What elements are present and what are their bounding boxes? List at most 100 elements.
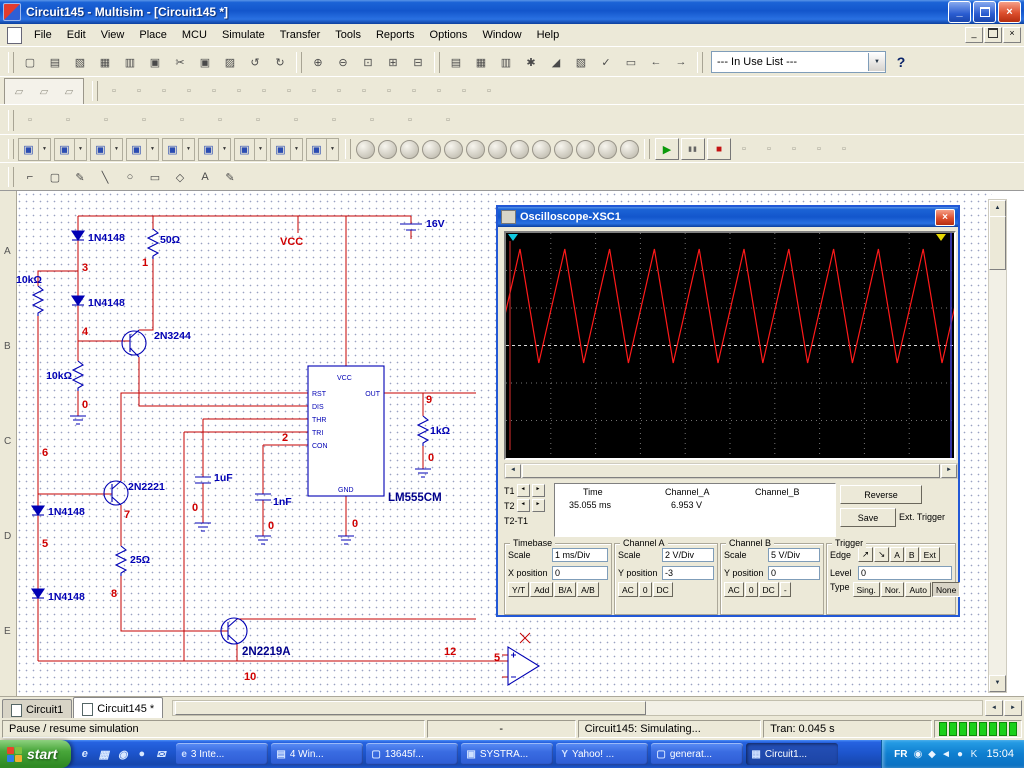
channel-a-y-position-input[interactable] <box>662 566 714 580</box>
component-rf-icon[interactable]: ▫ <box>427 80 451 103</box>
zoom-full-icon[interactable]: ⊟ <box>406 51 430 74</box>
paste-icon[interactable]: ▨ <box>218 51 242 74</box>
virtual-power-source-icon[interactable]: ▫ <box>246 109 270 132</box>
toolbar-grip[interactable] <box>92 81 98 101</box>
component-diode-icon[interactable]: ▫ <box>152 80 176 103</box>
menu-transfer[interactable]: Transfer <box>273 27 328 43</box>
virtual-analog-icon[interactable]: ▫ <box>18 109 42 132</box>
t1-right-button[interactable]: ► <box>532 484 545 497</box>
trigger-sing-button[interactable]: Sing. <box>853 582 880 597</box>
toolbar-grip[interactable] <box>434 52 440 73</box>
sim-extra-icon-5[interactable]: ▫ <box>832 138 856 161</box>
undo-icon[interactable]: ↺ <box>243 51 267 74</box>
cha-zero-button[interactable]: 0 <box>639 582 652 597</box>
open-icon[interactable]: ▤ <box>43 51 67 74</box>
yt-button[interactable]: Y/T <box>508 582 529 597</box>
frequency-counter-icon[interactable]: ▣ ▼ <box>198 138 231 161</box>
tray-antivirus-icon[interactable]: K <box>967 749 980 760</box>
task-yahoo[interactable]: Y Yahoo! ... <box>556 743 648 765</box>
polygon-tool-icon[interactable]: ◇ <box>168 166 192 189</box>
chevron-down-icon[interactable]: ▼ <box>110 139 122 160</box>
component-ttl-icon[interactable]: ▫ <box>227 80 251 103</box>
open-sample-icon[interactable]: ▧ <box>68 51 92 74</box>
trigger-none-button[interactable]: None <box>932 582 960 597</box>
mdi-minimize-button[interactable]: _ <box>965 27 983 43</box>
toolbar-grip[interactable] <box>8 110 14 131</box>
place-text-icon[interactable]: ▢ <box>43 166 67 189</box>
wattmeter-icon[interactable]: ▣ ▼ <box>90 138 123 161</box>
back-annotate-icon[interactable]: ← <box>644 51 668 74</box>
toolbar-grip[interactable] <box>296 52 302 73</box>
design-toolbox-icon[interactable]: ▤ <box>444 51 468 74</box>
component-transistor-icon[interactable]: ▫ <box>177 80 201 103</box>
mdi-close-button[interactable]: × <box>1003 27 1021 43</box>
oscilloscope-close-button[interactable]: × <box>935 209 955 226</box>
spreadsheet-view-icon[interactable]: ▦ <box>469 51 493 74</box>
oscilloscope-scrollbar[interactable]: ◄ ► <box>504 463 958 479</box>
menu-reports[interactable]: Reports <box>369 27 422 43</box>
diode-d2[interactable] <box>72 296 84 305</box>
language-indicator[interactable]: FR <box>894 749 907 760</box>
scrollbar-thumb[interactable] <box>989 216 1006 270</box>
component-mixed-icon[interactable]: ▫ <box>302 80 326 103</box>
mdi-restore-button[interactable] <box>984 27 1002 43</box>
channel-b-scale-input[interactable] <box>768 548 820 562</box>
cut-icon[interactable]: ✂ <box>168 51 192 74</box>
menu-tools[interactable]: Tools <box>328 27 368 43</box>
virtual-family-icon[interactable]: ▫ <box>398 109 422 132</box>
trigger-ext-button[interactable]: Ext <box>920 547 940 562</box>
text-tool-icon[interactable]: A <box>193 166 217 189</box>
in-use-list-dropdown[interactable]: --- In Use List --- ▼ <box>711 51 886 73</box>
diode-d4[interactable] <box>32 589 44 598</box>
toolbar-grip[interactable] <box>697 52 703 73</box>
word-generator-icon[interactable]: ▣ ▼ <box>234 138 267 161</box>
trigger-rising-edge-button[interactable]: ↗ <box>858 547 873 562</box>
parts-bin-slot-3[interactable]: ▱ <box>57 80 81 103</box>
wires[interactable] <box>38 216 508 677</box>
quick-launch-mail-icon[interactable]: ✉ <box>152 745 169 763</box>
transistor-q2[interactable] <box>104 481 128 505</box>
channel-a-scale-input[interactable] <box>662 548 714 562</box>
scroll-right-icon[interactable]: ► <box>941 464 957 478</box>
chb-minus-button[interactable]: - <box>780 582 791 597</box>
parts-bin-slot-2[interactable]: ▱ <box>32 80 56 103</box>
menu-window[interactable]: Window <box>475 27 528 43</box>
component-electromech-icon[interactable]: ▫ <box>452 80 476 103</box>
toolbar-grip[interactable] <box>345 139 351 159</box>
vertical-scrollbar[interactable]: ▲ ▼ <box>988 199 1007 693</box>
task-13645f[interactable]: ▢ 13645f... <box>366 743 458 765</box>
t2-right-button[interactable]: ► <box>532 499 545 512</box>
chevron-down-icon[interactable]: ▼ <box>146 139 158 160</box>
task-windows-explorer[interactable]: ▤ 4 Win... <box>271 743 363 765</box>
cursor2-handle[interactable] <box>936 234 946 241</box>
tray-icon-blue[interactable]: ◉ <box>911 749 924 760</box>
chevron-down-icon[interactable]: ▼ <box>326 139 338 160</box>
tab-circuit145[interactable]: Circuit145 * <box>73 697 163 719</box>
t2-left-button[interactable]: ◄ <box>517 499 530 512</box>
pause-simulation-button[interactable]: ▮▮ <box>681 138 705 160</box>
menu-mcu[interactable]: MCU <box>175 27 214 43</box>
timebase-scale-input[interactable] <box>552 548 608 562</box>
resistor-r3[interactable] <box>73 361 83 391</box>
erc-icon[interactable]: ✓ <box>594 51 618 74</box>
virtual-extra-icon[interactable]: ▫ <box>436 109 460 132</box>
sim-extra-icon-2[interactable]: ▫ <box>757 138 781 161</box>
function-generator-icon[interactable]: ▣ ▼ <box>54 138 87 161</box>
toolbar-grip[interactable] <box>8 167 14 187</box>
run-simulation-button[interactable]: ▶ <box>655 138 679 160</box>
grapher-icon[interactable]: ◢ <box>544 51 568 74</box>
sim-extra-icon-1[interactable]: ▫ <box>732 138 756 161</box>
close-button[interactable]: × <box>998 1 1021 23</box>
transistor-q1[interactable] <box>122 330 146 357</box>
ab-button[interactable]: A/B <box>577 582 599 597</box>
brush-tool-icon[interactable]: ✎ <box>218 166 242 189</box>
stop-simulation-button[interactable]: ■ <box>707 138 731 160</box>
component-cmos-icon[interactable]: ▫ <box>252 80 276 103</box>
virtual-misc-icon[interactable]: ▫ <box>208 109 232 132</box>
t1-left-button[interactable]: ◄ <box>517 484 530 497</box>
restore-button[interactable] <box>973 1 996 23</box>
trigger-a-button[interactable]: A <box>890 547 904 562</box>
virtual-3d-icon[interactable]: ▫ <box>360 109 384 132</box>
diode-d1[interactable] <box>72 231 84 240</box>
forward-annotate-icon[interactable]: → <box>669 51 693 74</box>
